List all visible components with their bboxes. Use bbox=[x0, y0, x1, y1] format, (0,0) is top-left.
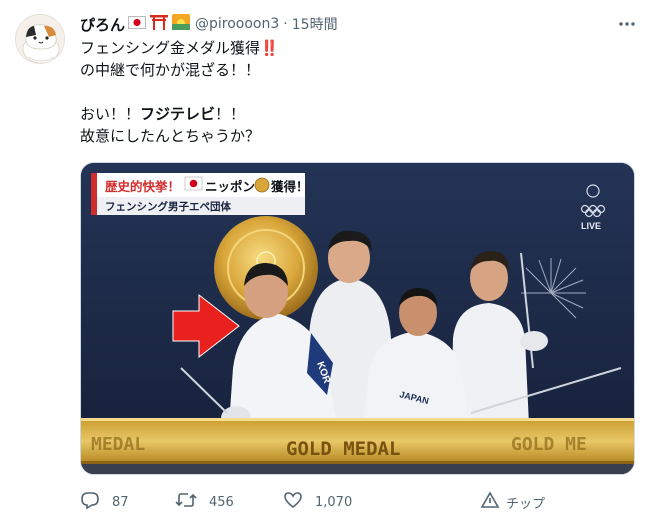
tip-icon bbox=[480, 490, 500, 514]
headline-caption: 歴史的快挙！ ニッポン 獲得！ フェンシング男子エペ団体 bbox=[91, 173, 309, 215]
tweet-text: フェンシング金メダル獲得‼️ の中継で何かが混ざる！！ おい！！フジテレビ！！ … bbox=[80, 37, 640, 147]
tweet-line-1-text: フェンシング金メダル獲得 bbox=[80, 39, 261, 57]
tweet-header: ぴろん @piroooon3 · 15時間 bbox=[80, 13, 338, 35]
headline-subtitle: フェンシング男子エペ団体 bbox=[105, 200, 231, 213]
headline-part1: 歴史的快挙！ bbox=[105, 179, 180, 194]
banner-left-text: MEDAL bbox=[91, 434, 145, 455]
gold-medal-icon bbox=[254, 177, 270, 193]
headline-part3: 獲得！ bbox=[271, 179, 309, 194]
retweet-button[interactable]: 456 bbox=[175, 490, 234, 514]
tweet: ぴろん @piroooon3 · 15時間 フェンシング金メダル獲得‼️ の中継… bbox=[0, 0, 655, 526]
tweet-line-1: フェンシング金メダル獲得‼️ bbox=[80, 37, 640, 59]
reply-button[interactable]: 87 bbox=[80, 490, 129, 514]
headline-part2: ニッポン bbox=[205, 179, 255, 194]
tweet-line-4-pre: おい！！ bbox=[80, 105, 141, 123]
banner-main-text: GOLD MEDAL bbox=[286, 438, 400, 460]
display-name[interactable]: ぴろん bbox=[80, 14, 125, 35]
sunrise-icon bbox=[172, 14, 191, 34]
reply-count: 87 bbox=[112, 494, 129, 510]
banner-right-text: GOLD ME bbox=[511, 434, 587, 455]
shrine-gate-icon bbox=[149, 14, 169, 34]
header-separator: · bbox=[283, 16, 288, 32]
like-count: 1,070 bbox=[315, 494, 353, 510]
tweet-line-2: の中継で何かが混ざる！！ bbox=[80, 61, 261, 79]
tweet-line-4-post: ！！ bbox=[215, 105, 246, 123]
tweet-line-5: 故意にしたんとちゃうか？ bbox=[80, 127, 261, 145]
tweet-line-4-bold: フジテレビ bbox=[140, 105, 216, 123]
japan-flag-icon bbox=[128, 15, 147, 33]
tweet-timestamp[interactable]: 15時間 bbox=[292, 14, 338, 34]
action-bar: 87 456 1,070 チップ bbox=[80, 490, 600, 514]
tip-label: チップ bbox=[506, 496, 546, 512]
tip-button[interactable]: チップ bbox=[480, 490, 545, 514]
user-handle[interactable]: @piroooon3 bbox=[195, 16, 279, 32]
double-exclamation-icon: ‼️ bbox=[260, 39, 279, 57]
broadcast-scene: LIVE 歴史的快挙！ ニッポン 獲得！ フェンシング男子エペ団体 JAPAN … bbox=[81, 163, 634, 474]
like-icon bbox=[283, 490, 303, 514]
like-button[interactable]: 1,070 bbox=[283, 490, 352, 514]
retweet-icon bbox=[175, 490, 197, 514]
reply-icon bbox=[80, 490, 100, 514]
gold-medal-banner: MEDAL GOLD MEDAL GOLD ME bbox=[81, 418, 634, 474]
tweet-media-image[interactable]: LIVE 歴史的快挙！ ニッポン 獲得！ フェンシング男子エペ団体 JAPAN … bbox=[80, 162, 635, 475]
retweet-count: 456 bbox=[209, 494, 234, 510]
live-label: LIVE bbox=[581, 221, 601, 231]
tweet-line-4: おい！！フジテレビ！！ bbox=[80, 103, 640, 125]
avatar-cat-image bbox=[16, 15, 64, 63]
more-icon[interactable] bbox=[615, 12, 639, 36]
avatar[interactable] bbox=[15, 14, 65, 64]
